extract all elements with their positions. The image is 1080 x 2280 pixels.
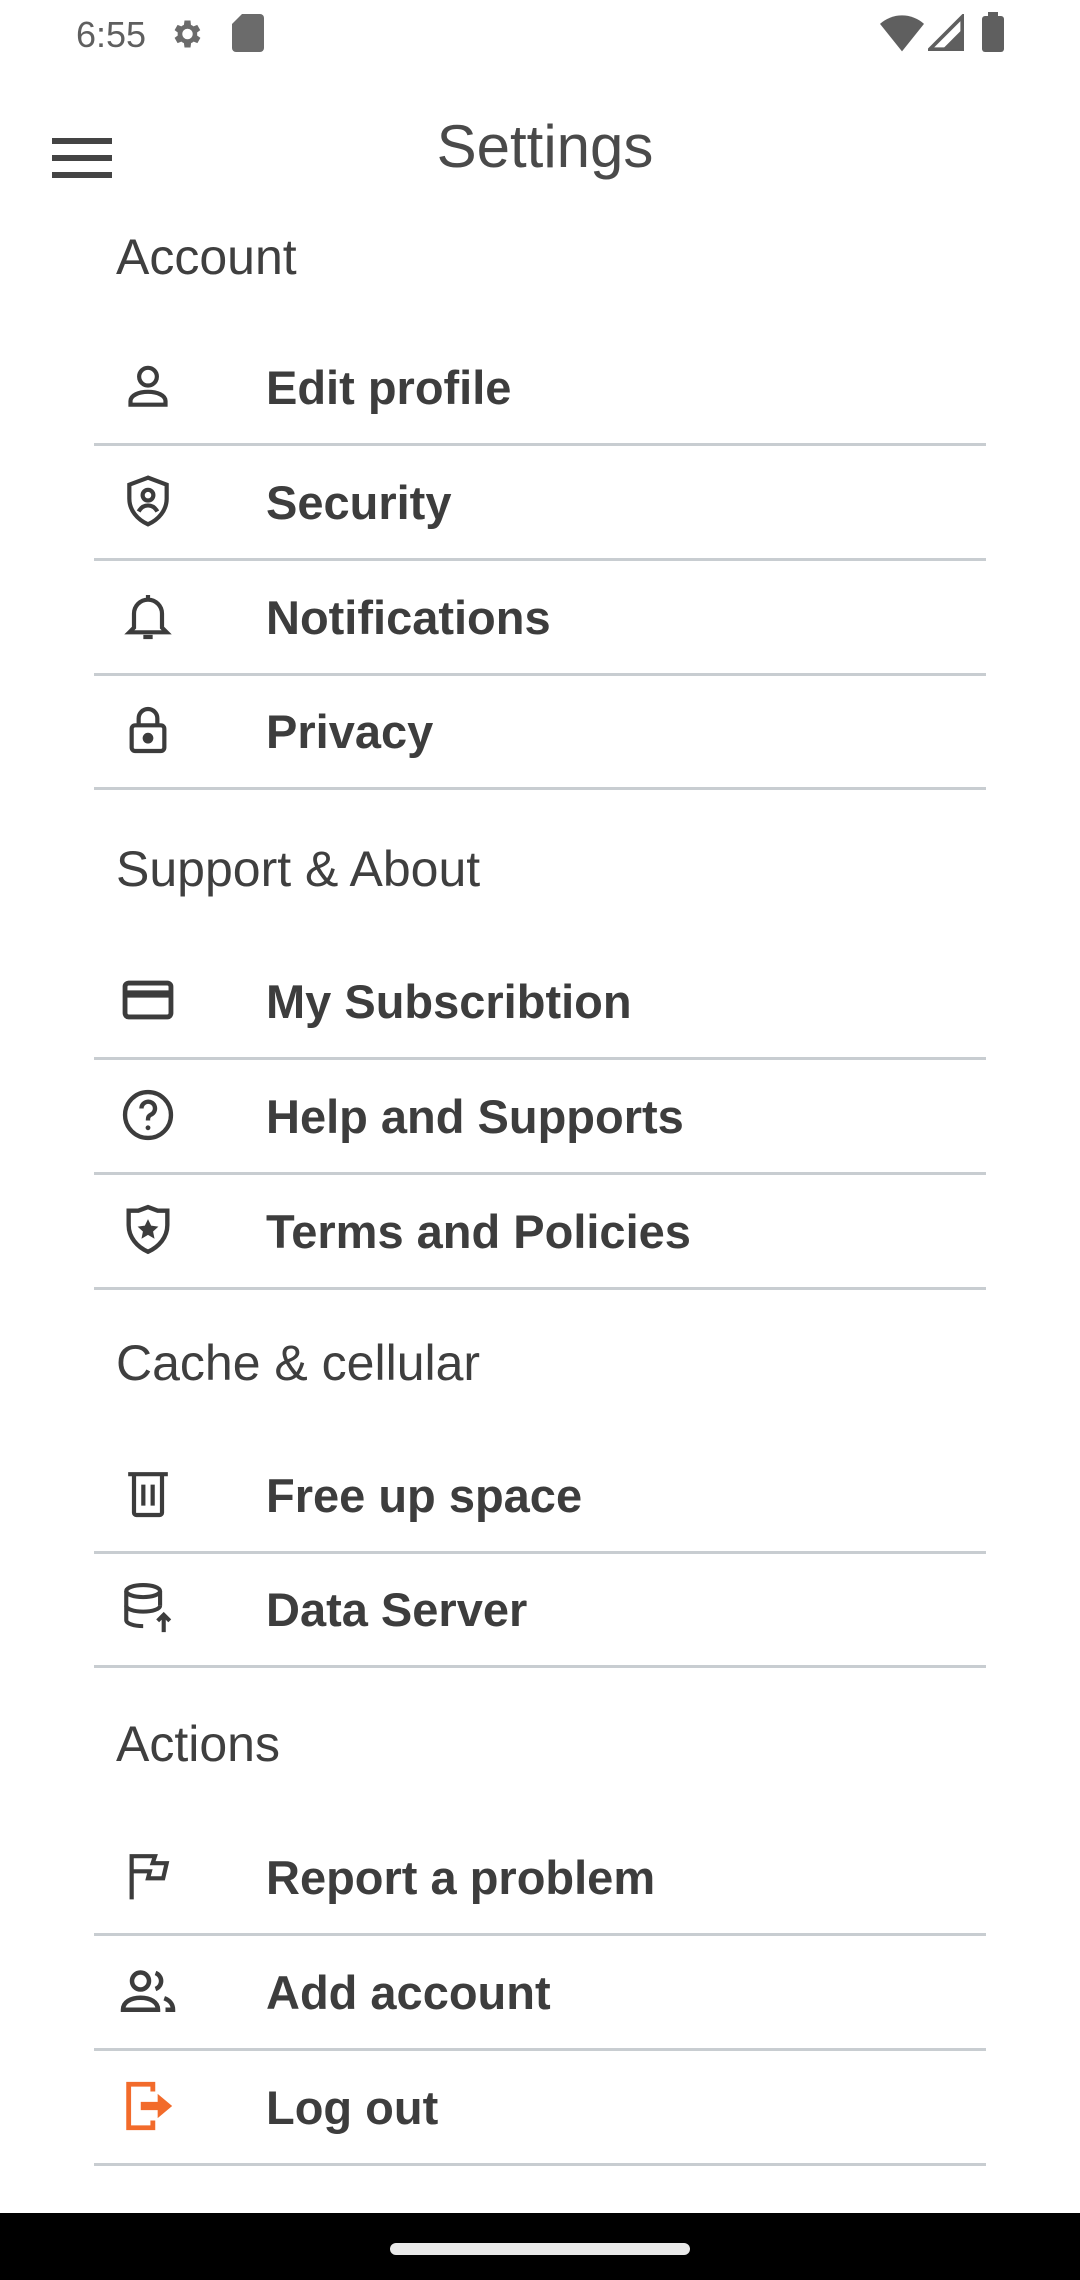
settings-item-help-and-supports[interactable]: Help and Supports bbox=[94, 1063, 986, 1175]
settings-item-my-subscription[interactable]: My Subscribtion bbox=[94, 948, 986, 1060]
section-title-cache-cellular: Cache & cellular bbox=[116, 1335, 481, 1391]
settings-item-label: Notifications bbox=[266, 591, 551, 644]
credit-card-icon bbox=[116, 968, 180, 1032]
settings-item-label: Add account bbox=[266, 1966, 551, 2019]
bell-icon bbox=[116, 584, 180, 648]
flag-icon bbox=[116, 1844, 180, 1908]
settings-gear-icon bbox=[168, 16, 204, 57]
settings-item-label: Free up space bbox=[266, 1469, 583, 1522]
settings-item-label: Security bbox=[266, 476, 452, 529]
settings-item-privacy[interactable]: Privacy bbox=[94, 678, 986, 790]
people-icon bbox=[116, 1959, 180, 2023]
settings-item-label: Edit profile bbox=[266, 361, 512, 414]
settings-item-report-a-problem[interactable]: Report a problem bbox=[94, 1824, 986, 1936]
home-gesture-handle[interactable] bbox=[390, 2243, 690, 2255]
logout-icon bbox=[116, 2074, 180, 2138]
settings-item-data-server[interactable]: Data Server bbox=[94, 1556, 986, 1668]
settings-item-label: Log out bbox=[266, 2081, 439, 2134]
status-bar: 6:55 bbox=[0, 0, 1080, 70]
system-navigation-bar bbox=[0, 2213, 1080, 2280]
settings-item-label: Terms and Policies bbox=[266, 1205, 691, 1258]
section-title-actions: Actions bbox=[116, 1716, 280, 1772]
page-title: Settings bbox=[436, 113, 654, 180]
settings-item-label: Privacy bbox=[266, 705, 434, 758]
settings-item-notifications[interactable]: Notifications bbox=[94, 564, 986, 676]
settings-item-label: Report a problem bbox=[266, 1851, 656, 1904]
shield-icon bbox=[116, 469, 180, 533]
trash-icon bbox=[116, 1462, 180, 1526]
status-time: 6:55 bbox=[76, 14, 147, 55]
settings-item-label: Data Server bbox=[266, 1583, 528, 1636]
sd-card-icon bbox=[232, 14, 264, 57]
settings-item-log-out[interactable]: Log out bbox=[94, 2054, 986, 2166]
help-circle-icon bbox=[116, 1083, 180, 1147]
section-title-support-about: Support & About bbox=[116, 841, 481, 897]
settings-item-free-up-space[interactable]: Free up space bbox=[94, 1442, 986, 1554]
database-upload-icon bbox=[116, 1576, 180, 1640]
settings-item-label: My Subscribtion bbox=[266, 975, 632, 1028]
wifi-icon bbox=[880, 14, 924, 57]
lock-icon bbox=[116, 698, 180, 762]
settings-item-add-account[interactable]: Add account bbox=[94, 1939, 986, 2051]
settings-item-terms-and-policies[interactable]: Terms and Policies bbox=[94, 1178, 986, 1290]
settings-item-security[interactable]: Security bbox=[94, 449, 986, 561]
app-bar: Settings bbox=[0, 100, 1080, 210]
settings-item-label: Help and Supports bbox=[266, 1090, 684, 1143]
signal-icon bbox=[925, 12, 964, 57]
section-title-account: Account bbox=[116, 229, 297, 285]
settings-item-edit-profile[interactable]: Edit profile bbox=[94, 334, 986, 446]
person-icon bbox=[116, 354, 180, 418]
badge-star-icon bbox=[116, 1198, 180, 1262]
battery-icon bbox=[982, 12, 1004, 57]
